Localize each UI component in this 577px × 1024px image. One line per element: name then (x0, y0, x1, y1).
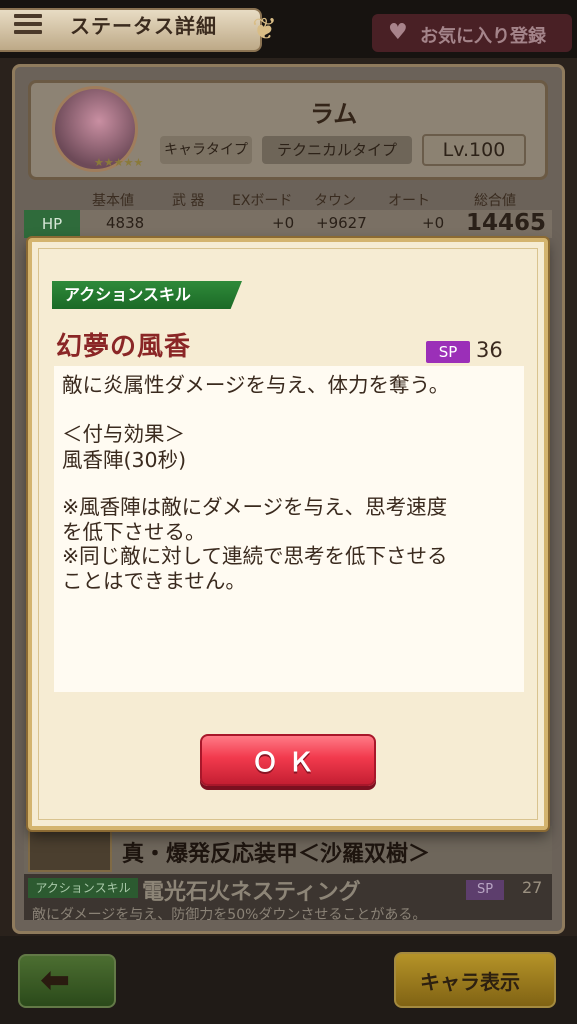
action-skill-tag: アクションスキル (52, 281, 242, 309)
weapon-icon (28, 828, 112, 872)
page-title: ステータス詳細 (70, 14, 217, 38)
hp-auto: +0 (422, 214, 445, 232)
equipment-skill-tag: アクションスキル (28, 878, 138, 898)
arrow-left-icon: ⬅ (40, 960, 71, 1001)
stat-header-base: 基本値 (92, 193, 134, 209)
sp-value: 36 (476, 338, 503, 362)
type-value: テクニカルタイプ (262, 136, 412, 164)
equipment-skill-desc: 敵にダメージを与え、防御力を50%ダウンさせることがある。 (32, 907, 427, 923)
stat-header-town: タウン (314, 193, 356, 209)
show-character-label: キャラ表示 (420, 970, 520, 994)
hp-base: 4838 (106, 214, 145, 232)
favorite-label: お気に入り登録 (420, 26, 546, 47)
hp-total: 14465 (466, 210, 547, 236)
sp-badge: SP (426, 341, 470, 363)
type-label: キャラタイプ (160, 136, 252, 164)
hp-label: HP (24, 210, 80, 238)
skill-title: 幻夢の風香 (56, 332, 192, 362)
description-line: ことはできません。 (62, 569, 246, 593)
equipment-sp-value: 27 (522, 878, 543, 897)
heart-icon: ♥ (388, 20, 408, 45)
stat-header-total: 総合値 (474, 193, 516, 209)
level-value: Lv.100 (422, 134, 526, 166)
ok-label: ＯＫ (251, 748, 324, 778)
character-name: ラム (310, 100, 358, 128)
stat-header-auto: オート (388, 193, 430, 209)
description-line: 敵に炎属性ダメージを与え、体力を奪う。 (62, 373, 450, 397)
menu-icon[interactable] (14, 14, 42, 34)
description-line: 風香陣(30秒) (62, 448, 187, 472)
stat-header-exboard: EXボード (232, 193, 293, 209)
hp-town: +9627 (316, 214, 367, 232)
equipment-sp-badge: SP (466, 880, 504, 900)
rarity-stars: ★★★★★ (94, 156, 144, 169)
equipment-name: 真・爆発反応装甲＜沙羅双樹＞ (122, 842, 431, 867)
ornament-icon: ❦ (252, 12, 278, 47)
hp-ex: +0 (272, 214, 295, 232)
stat-header-weapon: 武 器 (172, 193, 205, 209)
equipment-skill-name: 電光石火ネスティング (142, 880, 361, 905)
